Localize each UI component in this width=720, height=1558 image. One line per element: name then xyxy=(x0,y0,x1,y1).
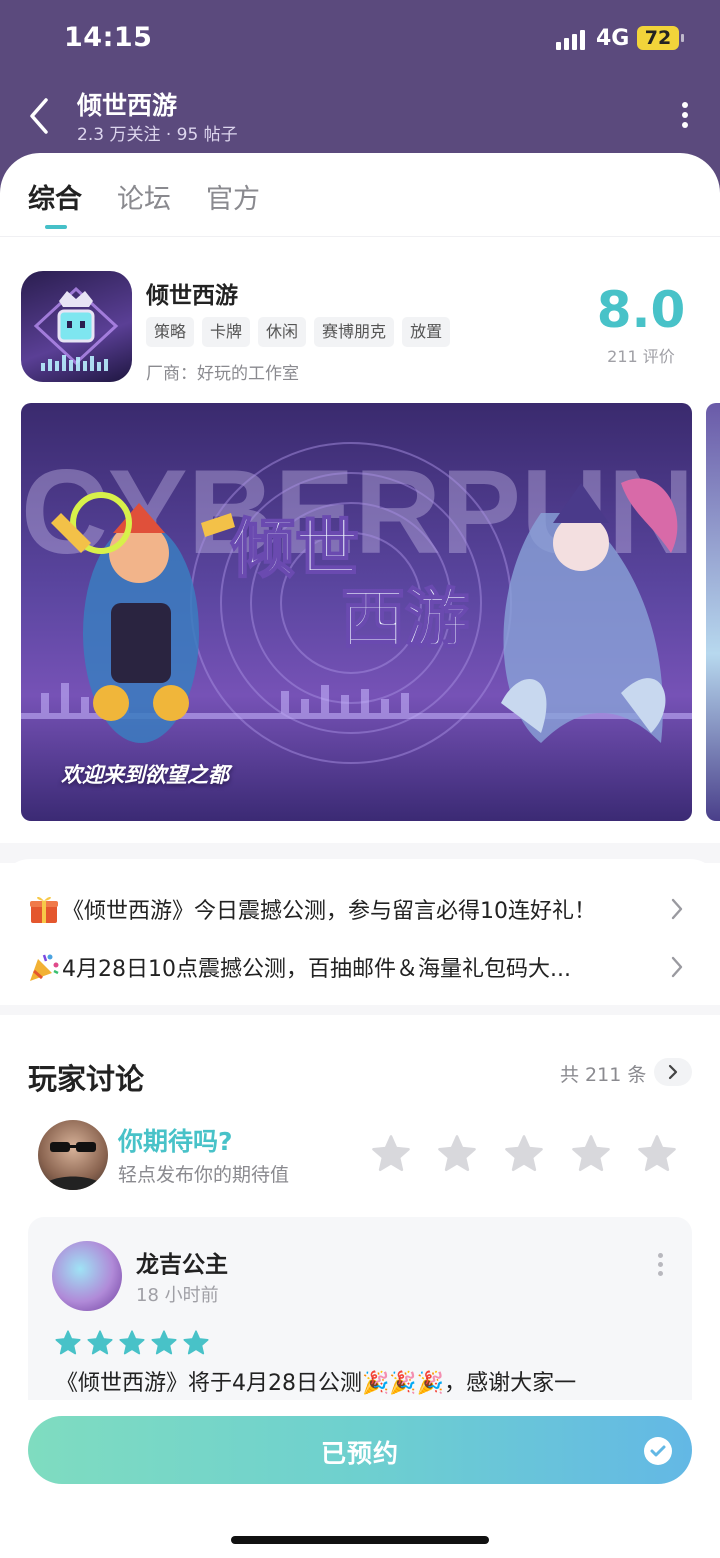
avatar[interactable] xyxy=(52,1241,122,1311)
tag[interactable]: 休闲 xyxy=(258,317,307,347)
tab-indicator xyxy=(45,225,67,229)
star-icon[interactable] xyxy=(503,1133,545,1175)
star-icon xyxy=(183,1330,209,1355)
page-subtitle: 2.3 万关注 · 95 帖子 xyxy=(77,125,238,145)
game-name: 倾世西游 xyxy=(146,283,238,309)
game-maker: 厂商：好玩的工作室 xyxy=(146,364,299,384)
star-icon[interactable] xyxy=(370,1133,412,1175)
banner-logo-line-1: 倾世 xyxy=(230,513,359,587)
star-icon xyxy=(119,1330,145,1355)
star-icon xyxy=(87,1330,113,1355)
network-type: 4G xyxy=(596,26,630,51)
tab-forum[interactable]: 论坛 xyxy=(117,177,171,216)
check-icon xyxy=(644,1437,672,1465)
status-time: 14:15 xyxy=(64,22,153,53)
review-count[interactable]: 211 评价 xyxy=(596,343,686,367)
post-text: 《倾世西游》将于4月28日公测🎉🎉🎉，感谢大家一 xyxy=(56,1371,577,1396)
more-icon[interactable] xyxy=(676,102,694,132)
reserve-button[interactable]: 已预约 xyxy=(28,1416,692,1484)
post-username[interactable]: 龙吉公主 xyxy=(136,1245,228,1279)
notice-list: 《倾世西游》今日震撼公测，参与留言必得10连好礼！ 4月28日10点震撼公测，百… xyxy=(0,859,720,1007)
chevron-right-icon xyxy=(670,955,684,979)
star-icon[interactable] xyxy=(570,1133,612,1175)
discussion-count[interactable]: 共 211 条 xyxy=(560,1060,646,1087)
notice-item[interactable]: 4月28日10点震撼公测，百抽邮件＆海量礼包码大... xyxy=(28,947,688,991)
game-icon[interactable] xyxy=(21,271,132,382)
back-icon[interactable] xyxy=(26,96,54,136)
page-title: 倾世西游 xyxy=(77,91,178,120)
top-nav: 倾世西游 2.3 万关注 · 95 帖子 xyxy=(0,80,720,158)
star-icon[interactable] xyxy=(436,1133,478,1175)
promo-banner[interactable]: CYBERPUNK xyxy=(21,403,692,821)
notice-item[interactable]: 《倾世西游》今日震撼公测，参与留言必得10连好礼！ xyxy=(28,889,688,933)
tab-bar: 综合 论坛 官方 xyxy=(0,153,720,237)
next-banner-peek[interactable] xyxy=(706,403,720,821)
chevron-right-icon[interactable] xyxy=(654,1058,692,1086)
tab-overview[interactable]: 综合 xyxy=(28,177,82,216)
notice-text: 4月28日10点震撼公测，百抽邮件＆海量礼包码大... xyxy=(62,957,571,982)
tab-official[interactable]: 官方 xyxy=(206,177,260,216)
expectation-hint: 轻点发布你的期待值 xyxy=(118,1164,290,1186)
post-rating xyxy=(54,1329,214,1357)
banner-caption: 欢迎来到欲望之都 xyxy=(61,763,229,787)
tag[interactable]: 放置 xyxy=(402,317,451,347)
star-icon xyxy=(151,1330,177,1355)
tag[interactable]: 策略 xyxy=(146,317,195,347)
post-time: 18 小时前 xyxy=(136,1285,219,1306)
notice-text: 《倾世西游》今日震撼公测，参与留言必得10连好礼！ xyxy=(62,899,596,924)
rating-stars xyxy=(370,1133,682,1177)
banner-logo-line-2: 西游 xyxy=(341,583,469,657)
avatar[interactable] xyxy=(38,1120,108,1190)
game-tags: 策略 卡牌 休闲 赛博朋克 放置 xyxy=(146,317,458,347)
status-bar: 14:15 4G 72 xyxy=(0,0,720,80)
signal-icon xyxy=(556,30,586,50)
discussion-title: 玩家讨论 xyxy=(28,1062,145,1096)
chevron-right-icon xyxy=(670,897,684,921)
reserve-label: 已预约 xyxy=(320,1439,399,1468)
battery-icon: 72 xyxy=(637,26,684,50)
party-popper-icon xyxy=(28,951,60,983)
home-indicator xyxy=(231,1536,489,1544)
game-score: 8.0 xyxy=(596,281,686,339)
expectation-prompt: 你期待吗? xyxy=(118,1127,233,1156)
star-icon xyxy=(55,1330,81,1355)
tag[interactable]: 赛博朋克 xyxy=(314,317,395,347)
star-icon[interactable] xyxy=(636,1133,678,1175)
main-sheet: 综合 论坛 官方 倾世西游 策略 卡牌 休闲 赛博朋克 放置 厂商：好玩的工作室 8.0… xyxy=(0,153,720,1558)
section-divider xyxy=(0,1005,720,1015)
more-icon[interactable] xyxy=(656,1253,664,1281)
tag[interactable]: 卡牌 xyxy=(202,317,251,347)
gift-icon xyxy=(28,893,60,925)
